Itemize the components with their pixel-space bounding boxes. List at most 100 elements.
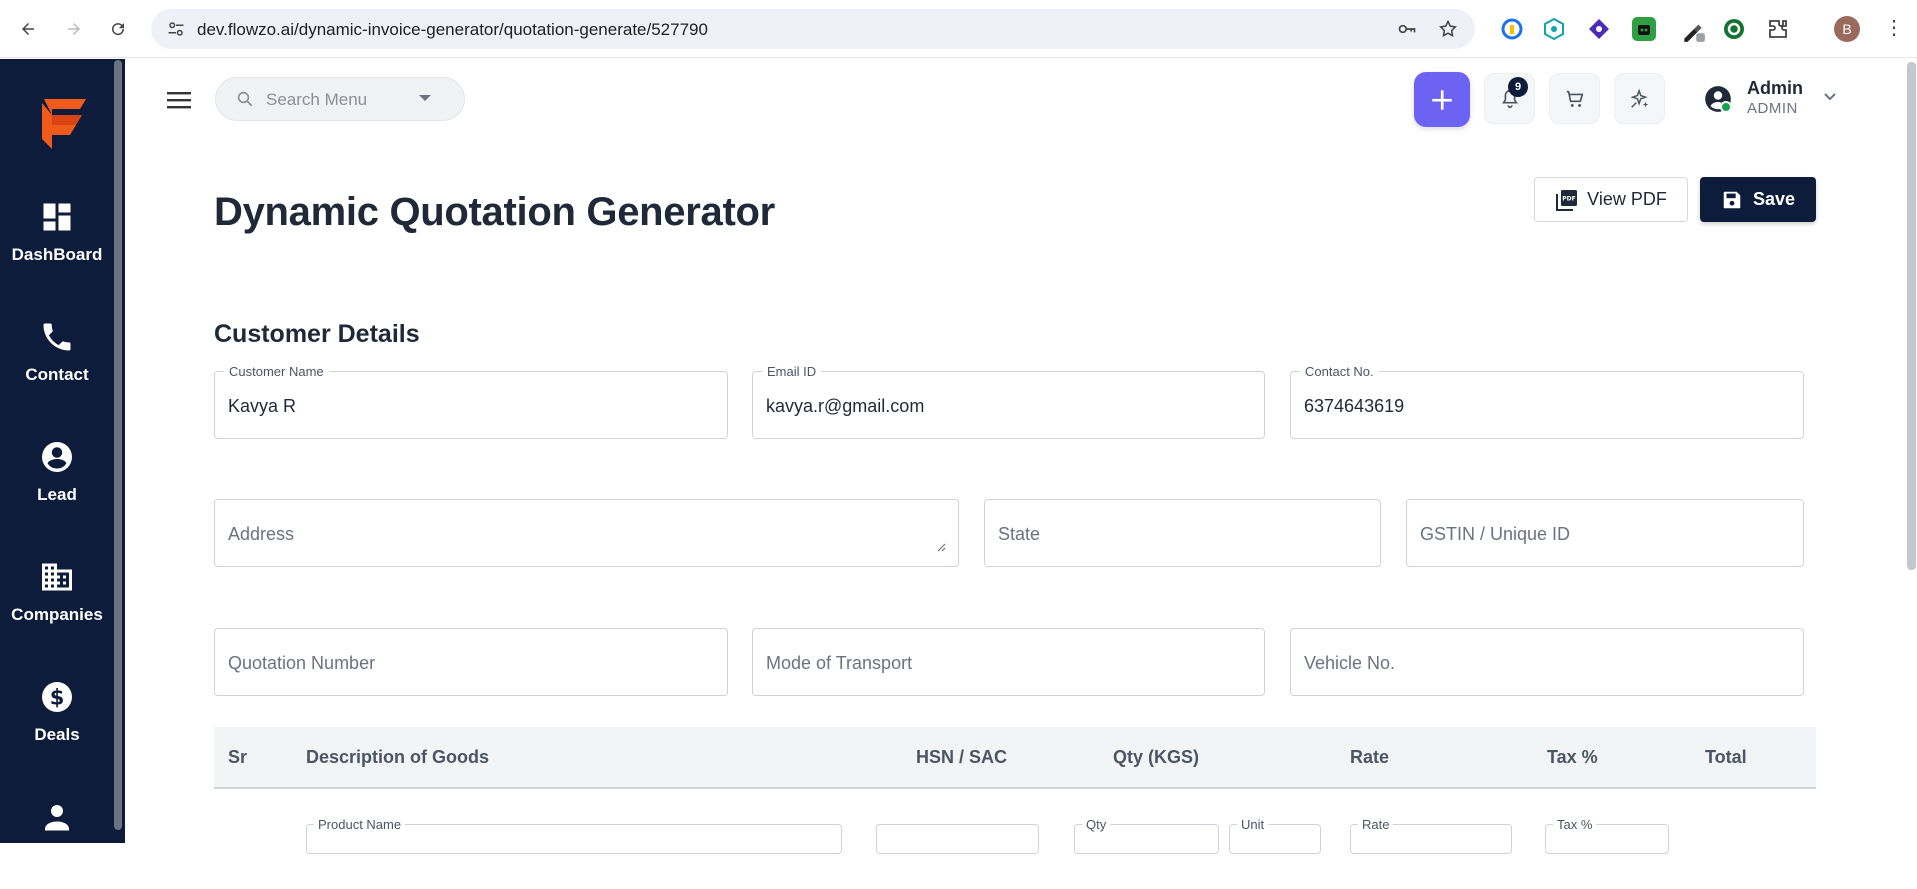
extension-6-icon[interactable] xyxy=(1722,17,1746,41)
section-title-customer-details: Customer Details xyxy=(214,320,420,348)
sidebar: DashBoard Contact Lead Companies $ Deals xyxy=(0,59,125,843)
browser-toolbar: dev.flowzo.ai/dynamic-invoice-generator/… xyxy=(0,0,1917,58)
field-placeholder: Quotation Number xyxy=(228,653,376,673)
column-header-qty: Qty (KGS) xyxy=(1113,747,1200,767)
url-text: dev.flowzo.ai/dynamic-invoice-generator/… xyxy=(197,20,708,39)
field-label: Tax % xyxy=(1553,817,1597,832)
building-icon xyxy=(42,563,72,591)
browser-menu-icon[interactable]: ⋮ xyxy=(1884,16,1904,42)
search-menu-input[interactable]: Search Menu xyxy=(215,77,465,121)
search-icon xyxy=(237,91,253,107)
state-field[interactable]: State xyxy=(984,499,1381,567)
field-label: Email ID xyxy=(762,364,822,379)
sidebar-item-companies[interactable]: Companies xyxy=(0,559,114,649)
column-header-tax: Tax % xyxy=(1547,747,1598,767)
customer-name-field[interactable]: Customer Name Kavya R xyxy=(214,364,728,439)
sidebar-item-person[interactable] xyxy=(0,799,114,889)
sparkle-icon xyxy=(1629,88,1648,108)
column-header-hsn: HSN / SAC xyxy=(916,747,1008,767)
field-value: Kavya R xyxy=(228,396,297,416)
column-header-sr: Sr xyxy=(228,747,248,767)
field-label: Unit xyxy=(1237,817,1269,832)
extension-3-icon[interactable] xyxy=(1587,17,1611,41)
address-field[interactable]: Address xyxy=(214,499,959,567)
reload-icon[interactable] xyxy=(105,16,131,42)
address-bar[interactable]: dev.flowzo.ai/dynamic-invoice-generator/… xyxy=(151,9,1475,49)
sidebar-item-label: Companies xyxy=(11,605,103,624)
cart-button[interactable] xyxy=(1549,73,1600,124)
dollar-icon: $ xyxy=(42,682,72,712)
search-placeholder: Search Menu xyxy=(266,90,368,109)
hsn-field[interactable] xyxy=(876,824,1039,854)
cart-icon xyxy=(1566,90,1583,107)
field-placeholder: GSTIN / Unique ID xyxy=(1420,524,1571,544)
contact-number-field[interactable]: Contact No. 6374643619 xyxy=(1290,364,1804,439)
field-label: Customer Name xyxy=(224,364,329,379)
mode-of-transport-field[interactable]: Mode of Transport xyxy=(752,628,1265,696)
sidebar-item-label: Deals xyxy=(34,725,80,744)
field-label: Contact No. xyxy=(1300,364,1379,379)
user-role: ADMIN xyxy=(1747,100,1798,117)
field-value: kavya.r@gmail.com xyxy=(766,396,925,416)
unit-field[interactable]: Unit xyxy=(1229,817,1321,854)
resize-grip-icon[interactable] xyxy=(936,542,946,552)
flowzo-logo xyxy=(42,99,86,149)
plus-icon xyxy=(1432,89,1452,110)
chevron-down-icon[interactable] xyxy=(1823,92,1837,102)
view-pdf-button[interactable]: PDF View PDF xyxy=(1534,177,1688,222)
ai-sparkle-button[interactable] xyxy=(1614,73,1665,124)
account-circle-icon xyxy=(42,442,72,472)
save-button[interactable]: Save xyxy=(1700,177,1816,222)
password-key-icon[interactable] xyxy=(1397,19,1417,39)
sidebar-scrollbar[interactable] xyxy=(114,60,122,830)
bookmark-star-icon[interactable] xyxy=(1438,19,1458,39)
field-placeholder: State xyxy=(998,524,1041,544)
svg-text:$: $ xyxy=(50,686,65,710)
quotation-number-field[interactable]: Quotation Number xyxy=(214,628,728,696)
notification-count-badge: 9 xyxy=(1508,77,1528,97)
field-placeholder: Mode of Transport xyxy=(766,653,913,673)
dropdown-caret-icon[interactable] xyxy=(419,95,431,101)
field-placeholder: Address xyxy=(228,524,295,544)
extension-2-icon[interactable] xyxy=(1542,17,1566,41)
page-scrollbar[interactable] xyxy=(1907,62,1916,570)
site-settings-icon[interactable] xyxy=(167,20,185,38)
sidebar-item-contact[interactable]: Contact xyxy=(0,319,114,409)
product-name-field[interactable]: Product Name xyxy=(306,817,842,854)
extension-5-icon[interactable] xyxy=(1680,17,1705,42)
back-icon[interactable] xyxy=(15,16,41,42)
field-label: Rate xyxy=(1358,817,1394,832)
column-header-total: Total xyxy=(1705,747,1747,767)
save-floppy-icon xyxy=(1723,191,1741,208)
extension-4-icon[interactable] xyxy=(1632,17,1656,41)
column-header-rate: Rate xyxy=(1350,747,1390,767)
browser-profile-avatar[interactable]: B xyxy=(1834,16,1860,42)
rate-field[interactable]: Rate xyxy=(1350,817,1512,854)
field-label: Qty xyxy=(1082,817,1111,832)
save-label: Save xyxy=(1752,189,1796,209)
sidebar-item-deals[interactable]: $ Deals xyxy=(0,679,114,769)
extension-1-icon[interactable] xyxy=(1500,17,1524,41)
sidebar-item-dashboard[interactable]: DashBoard xyxy=(0,199,114,289)
person-icon xyxy=(45,805,69,831)
sidebar-item-lead[interactable]: Lead xyxy=(0,439,114,529)
sidebar-item-label: DashBoard xyxy=(11,245,103,264)
field-label: Product Name xyxy=(314,817,406,832)
sidebar-item-label: Contact xyxy=(25,365,89,384)
qty-field[interactable]: Qty xyxy=(1074,817,1219,854)
hamburger-menu-icon[interactable] xyxy=(166,88,192,112)
dashboard-icon xyxy=(43,203,71,231)
extensions-puzzle-icon[interactable] xyxy=(1766,17,1790,41)
gstin-field[interactable]: GSTIN / Unique ID xyxy=(1406,499,1804,567)
svg-text:PDF: PDF xyxy=(1562,195,1575,202)
view-pdf-label: View PDF xyxy=(1587,189,1667,209)
column-header-description: Description of Goods xyxy=(306,747,490,767)
forward-icon[interactable] xyxy=(61,16,87,42)
email-field[interactable]: Email ID kavya.r@gmail.com xyxy=(752,364,1265,439)
items-table-header: Sr Description of Goods HSN / SAC Qty (K… xyxy=(214,727,1816,789)
page-title: Dynamic Quotation Generator xyxy=(214,190,775,234)
tax-field[interactable]: Tax % xyxy=(1545,817,1669,854)
vehicle-number-field[interactable]: Vehicle No. xyxy=(1290,628,1804,696)
user-name[interactable]: Admin xyxy=(1747,78,1803,99)
add-button[interactable] xyxy=(1414,72,1470,127)
